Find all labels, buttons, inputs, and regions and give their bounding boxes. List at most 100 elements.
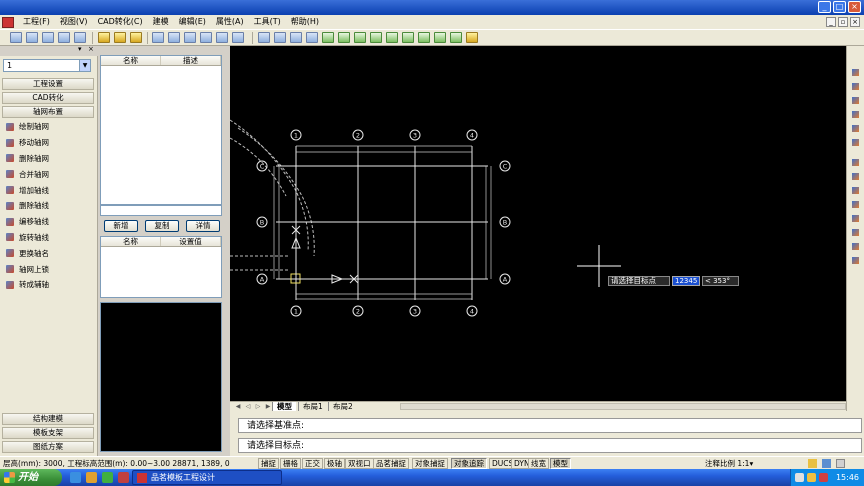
open-icon[interactable] bbox=[58, 32, 70, 43]
category-structure-model[interactable]: 结构建模 bbox=[2, 413, 94, 425]
toggle-object-track[interactable]: 对象追踪 bbox=[451, 458, 487, 469]
report-icon[interactable] bbox=[434, 32, 446, 43]
trim-icon[interactable] bbox=[290, 32, 302, 43]
dynamic-angle-field[interactable]: < 353° bbox=[702, 276, 739, 286]
tab-first-icon[interactable]: ◀ bbox=[234, 403, 242, 411]
col-name[interactable]: 名称 bbox=[101, 56, 161, 65]
annotation-scale[interactable]: 注释比例 1:1▾ bbox=[705, 458, 753, 469]
zoom-icon[interactable] bbox=[216, 32, 228, 43]
toggle-pinming-snap[interactable]: 品茗捕捉 bbox=[373, 458, 409, 469]
quicklaunch-browser-icon[interactable] bbox=[86, 472, 97, 483]
col-setting-value[interactable]: 设置值 bbox=[161, 237, 221, 246]
drawing-canvas[interactable]: 1 2 3 4 1 2 3 4 C B A C B A 请选择目标点 12345… bbox=[230, 46, 846, 401]
close-button[interactable]: × bbox=[848, 1, 861, 13]
layer-icon[interactable] bbox=[114, 32, 126, 43]
tab-next-icon[interactable]: ▷ bbox=[254, 403, 262, 411]
cmd-rotate-axis-line[interactable]: 旋转轴线 bbox=[2, 230, 96, 246]
formwork-icon[interactable] bbox=[386, 32, 398, 43]
print-icon[interactable] bbox=[74, 32, 86, 43]
clean-screen-icon[interactable] bbox=[836, 459, 845, 468]
table-icon[interactable] bbox=[418, 32, 430, 43]
support-icon[interactable] bbox=[402, 32, 414, 43]
pin-icon[interactable]: ▾ bbox=[78, 45, 82, 53]
beam-icon[interactable] bbox=[338, 32, 350, 43]
mdi-close-button[interactable]: × bbox=[850, 17, 860, 27]
cmd-convert-aux-axis[interactable]: 转成辅轴 bbox=[2, 277, 96, 293]
mdi-restore-button[interactable]: ▫ bbox=[838, 17, 848, 27]
save-icon[interactable] bbox=[10, 32, 22, 43]
pen-icon[interactable] bbox=[850, 124, 861, 134]
floor-select[interactable]: 1 ▼ bbox=[3, 59, 91, 72]
brush-icon[interactable] bbox=[850, 138, 861, 148]
scale-icon[interactable] bbox=[850, 96, 861, 106]
dynamic-input-field[interactable]: 12345 bbox=[672, 276, 700, 286]
category-axis-layout[interactable]: 轴网布置 bbox=[2, 106, 94, 118]
back-arrow-icon[interactable] bbox=[26, 32, 38, 43]
calc-icon[interactable] bbox=[450, 32, 462, 43]
copy-icon[interactable] bbox=[152, 32, 164, 43]
col-description[interactable]: 描述 bbox=[161, 56, 221, 65]
align-left-icon[interactable] bbox=[850, 158, 861, 168]
column-icon[interactable] bbox=[322, 32, 334, 43]
toggle-ortho[interactable]: 正交 bbox=[302, 458, 323, 469]
property-table[interactable]: 名称 设置值 bbox=[100, 236, 222, 298]
cmd-lock-axis[interactable]: 轴网上锁 bbox=[2, 261, 96, 277]
toggle-lineweight[interactable]: 线宽 bbox=[528, 458, 549, 469]
align-center-icon[interactable] bbox=[850, 172, 861, 182]
tab-prev-icon[interactable]: ◁ bbox=[244, 403, 252, 411]
align-right-icon[interactable] bbox=[850, 186, 861, 196]
layer-list-icon[interactable] bbox=[850, 228, 861, 238]
menu-project[interactable]: 工程(F) bbox=[18, 15, 55, 29]
category-formwork-support[interactable]: 模板支架 bbox=[2, 427, 94, 439]
tab-last-icon[interactable]: ▶ bbox=[264, 403, 272, 411]
move-cross-icon[interactable] bbox=[850, 82, 861, 92]
stretch-icon[interactable] bbox=[850, 110, 861, 120]
paste-icon[interactable] bbox=[168, 32, 180, 43]
quicklaunch-desktop-icon[interactable] bbox=[70, 472, 81, 483]
network-icon[interactable] bbox=[795, 473, 804, 482]
spacing-icon[interactable] bbox=[850, 214, 861, 224]
distribute-icon[interactable] bbox=[850, 200, 861, 210]
toggle-model[interactable]: 模型 bbox=[550, 458, 571, 469]
lock-icon[interactable] bbox=[808, 459, 817, 468]
cmd-move-axis[interactable]: 移动轴网 bbox=[2, 135, 96, 151]
toggle-dual-viewport[interactable]: 双视口 bbox=[345, 458, 374, 469]
category-project-settings[interactable]: 工程设置 bbox=[2, 78, 94, 90]
rectangle-icon[interactable] bbox=[200, 32, 212, 43]
export-icon[interactable] bbox=[466, 32, 478, 43]
toggle-object-snap[interactable]: 对象捕捉 bbox=[412, 458, 448, 469]
quicklaunch-media-icon[interactable] bbox=[102, 472, 113, 483]
menu-attributes[interactable]: 属性(A) bbox=[211, 15, 249, 29]
details-button[interactable]: 详情 bbox=[186, 220, 220, 232]
cmd-delete-axis-line[interactable]: 删除轴线 bbox=[2, 198, 96, 214]
view-3d-icon[interactable] bbox=[232, 32, 244, 43]
menu-cad-convert[interactable]: CAD转化(C) bbox=[93, 15, 148, 29]
forward-arrow-icon[interactable] bbox=[42, 32, 54, 43]
menu-view[interactable]: 视图(V) bbox=[55, 15, 93, 29]
category-cad-convert[interactable]: CAD转化 bbox=[2, 92, 94, 104]
menu-tools[interactable]: 工具(T) bbox=[249, 15, 286, 29]
grid-icon[interactable] bbox=[850, 242, 861, 252]
cmd-delete-axis[interactable]: 删除轴网 bbox=[2, 151, 96, 167]
quicklaunch-app-icon[interactable] bbox=[118, 472, 129, 483]
command-input-line[interactable]: 请选择目标点: bbox=[238, 438, 862, 453]
highlight-icon[interactable] bbox=[130, 32, 142, 43]
category-drawing-plan[interactable]: 图纸方案 bbox=[2, 441, 94, 453]
volume-icon[interactable] bbox=[807, 473, 816, 482]
toggle-polar[interactable]: 极轴 bbox=[324, 458, 345, 469]
menu-model[interactable]: 建模 bbox=[148, 15, 174, 29]
slab-icon[interactable] bbox=[354, 32, 366, 43]
cmd-offset-axis-line[interactable]: 编移轴线 bbox=[2, 214, 96, 230]
menu-edit[interactable]: 编辑(E) bbox=[174, 15, 211, 29]
toggle-grid[interactable]: 栅格 bbox=[280, 458, 301, 469]
mdi-minimize-button[interactable]: _ bbox=[826, 17, 836, 27]
name-input[interactable] bbox=[100, 205, 222, 216]
cmd-merge-axis[interactable]: 合并轴网 bbox=[2, 166, 96, 182]
toggle-snap[interactable]: 捕捉 bbox=[258, 458, 279, 469]
minimize-button[interactable]: _ bbox=[818, 1, 831, 13]
add-button[interactable]: 新增 bbox=[104, 220, 138, 232]
move-icon[interactable] bbox=[274, 32, 286, 43]
input-method-icon[interactable] bbox=[819, 473, 828, 482]
col-name[interactable]: 名称 bbox=[101, 237, 161, 246]
app-icon[interactable] bbox=[2, 16, 14, 28]
